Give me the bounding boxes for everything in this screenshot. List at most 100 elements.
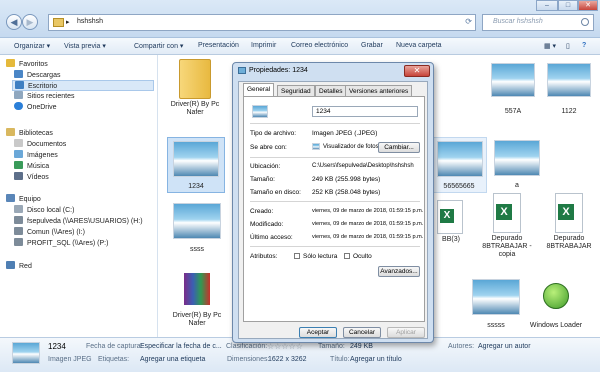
file-type-label: Tipo de archivo: [250, 130, 297, 137]
attributes-label: Atributos: [250, 253, 278, 260]
cancel-button[interactable]: Cancelar [343, 327, 381, 338]
location-label: Ubicación: [250, 163, 281, 170]
file-item[interactable]: a [491, 139, 543, 193]
organize-menu[interactable]: Organizar ▾ [14, 42, 50, 50]
forward-button[interactable]: ▶ [22, 14, 38, 30]
file-label: Depurado 8BTRABAJAR [546, 235, 592, 250]
tab-security[interactable]: Seguridad [277, 85, 315, 96]
nav-downloads[interactable]: Descargas [14, 70, 60, 79]
downloads-icon [14, 70, 23, 78]
tab-previous-versions[interactable]: Versiones anteriores [345, 85, 413, 96]
rating-stars-icon[interactable]: ☆☆☆☆☆ [267, 342, 303, 351]
maximize-button[interactable]: □ [558, 0, 578, 11]
file-label: ssss [190, 246, 204, 253]
file-type-icon [252, 105, 268, 118]
file-item[interactable]: 1122 [543, 63, 595, 121]
nav-favorites[interactable]: Favoritos [6, 59, 48, 68]
file-label: 1122 [561, 108, 577, 115]
file-item[interactable]: X Depurado 8BTRABAJAR - copia [479, 193, 535, 263]
nav-onedrive[interactable]: OneDrive [14, 102, 57, 111]
print-button[interactable]: Imprimir [251, 42, 276, 49]
folder-icon [179, 59, 211, 99]
search-placeholder: Buscar hshshsh [493, 18, 543, 25]
size-label: Tamaño: [250, 176, 275, 183]
rating-label: Clasificación: [226, 343, 268, 350]
videos-icon [14, 172, 23, 180]
change-button[interactable]: Cambiar... [378, 142, 420, 153]
nav-images[interactable]: Imágenes [14, 150, 58, 159]
nav-documents[interactable]: Documentos [14, 139, 66, 148]
file-type-value: Imagen JPEG (.JPEG) [312, 130, 378, 137]
filename-input[interactable]: 1234 [312, 106, 418, 117]
file-item[interactable]: Windows Loader [521, 279, 591, 331]
documents-icon [14, 139, 23, 147]
advanced-button[interactable]: Avanzados... [378, 266, 420, 277]
file-item[interactable]: 557A [487, 63, 539, 121]
back-button[interactable]: ◀ [6, 14, 22, 30]
file-item[interactable]: 56565665 [431, 137, 487, 193]
refresh-icon[interactable]: ⟳ [465, 17, 472, 26]
file-label: 56565665 [443, 183, 475, 190]
preview-pane-icon[interactable]: ▯ [566, 42, 570, 50]
tab-details[interactable]: Detalles [315, 85, 347, 96]
share-menu[interactable]: Compartir con ▾ [134, 42, 183, 50]
nav-drive-i[interactable]: Comun (\\Ares) (I:) [14, 227, 85, 236]
image-thumbnail [494, 140, 540, 176]
file-item-selected[interactable]: 1234 [167, 137, 225, 193]
ok-button[interactable]: Aceptar [299, 327, 337, 338]
nav-videos[interactable]: Vídeos [14, 172, 49, 181]
tags-value[interactable]: Agregar una etiqueta [140, 356, 205, 363]
nav-libraries[interactable]: Bibliotecas [6, 128, 53, 137]
apply-button[interactable]: Aplicar [387, 327, 425, 338]
nav-drive-p[interactable]: PROFIT_SQL (\\Ares) (P:) [14, 238, 108, 247]
help-icon[interactable]: ? [582, 42, 586, 49]
email-button[interactable]: Correo electrónico [291, 42, 348, 49]
general-tab-panel: 1234 Tipo de archivo: Imagen JPEG (.JPEG… [243, 96, 425, 322]
file-item[interactable]: Driver(R) By Pc Nafer [165, 57, 225, 119]
nav-network[interactable]: Red [6, 261, 32, 270]
title-value[interactable]: Agregar un título [350, 356, 402, 363]
dialog-close-button[interactable]: ✕ [404, 65, 430, 77]
pictures-icon [14, 150, 23, 158]
network-drive-icon [14, 216, 23, 224]
tab-general[interactable]: General [243, 83, 275, 96]
dialog-title: Propiedades: 1234 [249, 67, 308, 74]
nav-disk-c[interactable]: Disco local (C:) [14, 205, 74, 214]
hidden-checkbox[interactable]: Oculto [344, 253, 372, 260]
file-label: Driver(R) By Pc Nafer [172, 312, 222, 327]
nav-drive-h[interactable]: fsepulveda (\\ARES\USUARIOS) (H:) [14, 216, 143, 225]
burn-button[interactable]: Grabar [361, 42, 383, 49]
location-value: C:\Users\fsepulveda\Desktop\hshshsh [312, 163, 414, 169]
title-label: Título: [330, 356, 350, 363]
file-item[interactable]: ssss [167, 201, 227, 257]
readonly-checkbox[interactable]: Sólo lectura [294, 253, 337, 260]
preview-menu[interactable]: Vista previa ▾ [64, 42, 106, 50]
new-folder-button[interactable]: Nueva carpeta [396, 42, 442, 49]
file-item[interactable]: sssss [467, 279, 525, 331]
nav-music[interactable]: Música [14, 161, 49, 170]
image-thumbnail [437, 141, 483, 177]
accessed-label: Último acceso: [250, 234, 293, 241]
modified-value: viernes, 09 de marzo de 2018, 01:59:15 p… [312, 221, 424, 227]
computer-icon [6, 194, 15, 202]
minimize-button[interactable]: – [536, 0, 558, 11]
image-thumbnail [173, 203, 221, 239]
search-icon [581, 18, 589, 26]
close-button[interactable]: ✕ [578, 0, 598, 11]
network-drive-icon [14, 227, 23, 235]
nav-desktop[interactable]: Escritorio [12, 80, 154, 91]
file-item[interactable]: Driver(R) By Pc Nafer [167, 267, 227, 331]
nav-recent[interactable]: Sitios recientes [14, 91, 74, 100]
address-bar[interactable]: ▸ hshshsh ⟳ [48, 14, 476, 31]
presentation-button[interactable]: Presentación [198, 42, 239, 49]
file-item[interactable]: X Depurado 8BTRABAJAR [541, 193, 597, 255]
excel-icon: X [437, 200, 463, 234]
capture-date-value[interactable]: Especificar la fecha de c... [140, 343, 222, 350]
authors-value[interactable]: Agregar un autor [478, 343, 531, 350]
file-item[interactable]: X BB(3) [435, 200, 467, 258]
file-label: BB(3) [442, 236, 460, 243]
divider [250, 123, 420, 124]
nav-computer[interactable]: Equipo [6, 194, 41, 203]
search-input[interactable]: Buscar hshshsh [482, 14, 594, 31]
view-options-icon[interactable]: ▦ ▾ [544, 42, 556, 50]
